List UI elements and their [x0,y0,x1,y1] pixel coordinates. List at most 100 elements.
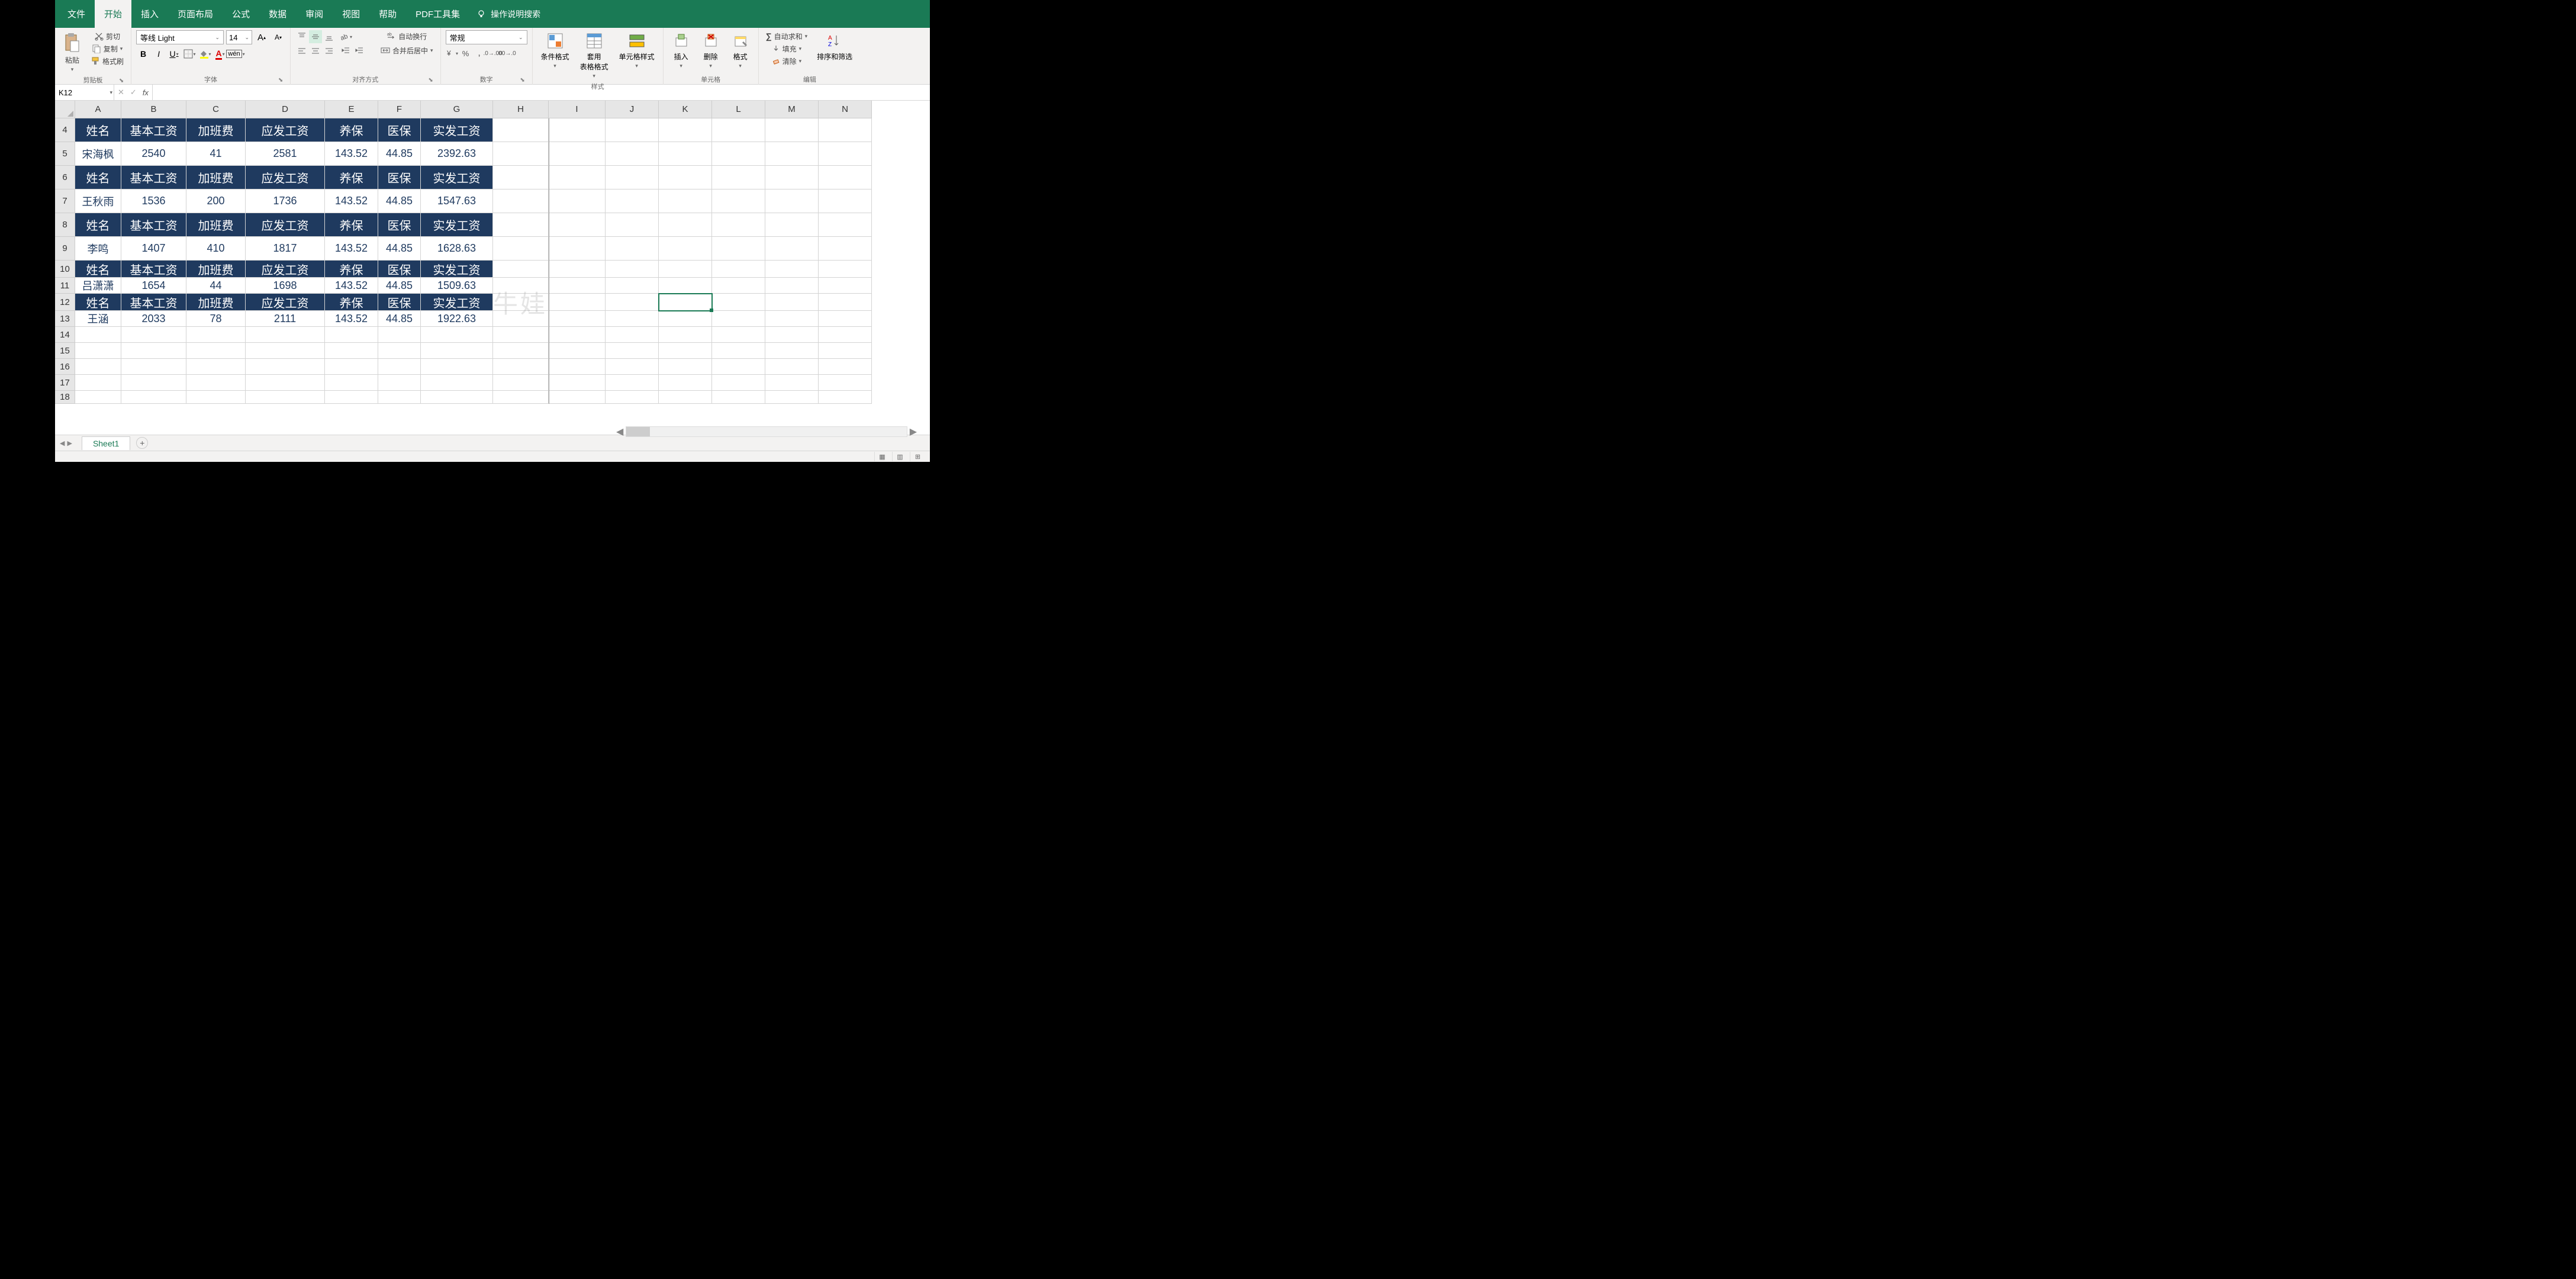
cell[interactable] [493,278,549,294]
cell[interactable] [493,237,549,261]
cell[interactable] [493,311,549,327]
cell[interactable] [765,166,819,189]
cell[interactable] [765,375,819,391]
cell[interactable] [421,359,493,375]
number-format-combo[interactable]: 常规⌄ [446,30,527,44]
cell[interactable] [246,359,325,375]
cell[interactable] [493,391,549,404]
cell[interactable] [606,278,659,294]
cell[interactable] [549,311,606,327]
cell[interactable] [121,359,186,375]
cell[interactable] [819,166,872,189]
italic-button[interactable]: I [152,47,166,61]
cell[interactable] [712,166,765,189]
cell[interactable] [493,375,549,391]
cell[interactable] [75,343,121,359]
cell[interactable] [659,142,712,166]
tab-view[interactable]: 视图 [333,0,369,28]
worksheet-grid[interactable]: ABCDEFGHIJKLMN 456789101112131415161718 … [55,101,930,414]
cell[interactable] [421,327,493,343]
cell[interactable] [75,327,121,343]
cell[interactable] [75,375,121,391]
cell[interactable] [325,375,378,391]
row-header[interactable]: 17 [55,375,75,391]
cell[interactable] [659,359,712,375]
cell[interactable] [765,359,819,375]
row-header[interactable]: 12 [55,294,75,311]
underline-button[interactable]: U▾ [167,47,181,61]
data-cell[interactable]: 吕潇潇 [75,278,121,294]
cell[interactable] [549,391,606,404]
cell[interactable] [659,278,712,294]
header-cell[interactable]: 姓名 [75,213,121,237]
cell[interactable] [378,359,421,375]
autosum-button[interactable]: ∑自动求和▾ [764,30,810,42]
cell[interactable] [246,375,325,391]
row-header[interactable]: 13 [55,311,75,327]
header-cell[interactable]: 应发工资 [246,166,325,189]
decrease-indent-button[interactable] [339,44,352,57]
header-cell[interactable]: 基本工资 [121,118,186,142]
cell[interactable] [606,189,659,213]
cell[interactable] [549,261,606,278]
cell[interactable] [712,343,765,359]
cell[interactable] [378,391,421,404]
row-header[interactable]: 16 [55,359,75,375]
cell[interactable] [659,343,712,359]
header-cell[interactable]: 养保 [325,294,378,311]
cell[interactable] [549,294,606,311]
cell[interactable] [765,294,819,311]
cell[interactable] [493,142,549,166]
row-header[interactable]: 11 [55,278,75,294]
horizontal-scrollbar[interactable]: ◀ ▶ [614,423,919,439]
cell[interactable] [765,237,819,261]
header-cell[interactable]: 姓名 [75,261,121,278]
header-cell[interactable]: 医保 [378,166,421,189]
align-center-button[interactable] [309,44,322,57]
orientation-button[interactable]: ab▾ [339,30,352,43]
data-cell[interactable]: 143.52 [325,237,378,261]
page-layout-view-button[interactable]: ▥ [892,452,907,461]
header-cell[interactable]: 医保 [378,213,421,237]
cell[interactable] [712,118,765,142]
cell[interactable] [75,391,121,404]
add-sheet-button[interactable]: + [136,437,148,449]
data-cell[interactable]: 2540 [121,142,186,166]
cell[interactable] [549,343,606,359]
cell[interactable] [421,391,493,404]
tab-review[interactable]: 审阅 [296,0,333,28]
align-middle-button[interactable] [309,30,322,43]
cell[interactable] [549,375,606,391]
column-header[interactable]: N [819,101,872,118]
merge-center-button[interactable]: 合并后居中▾ [378,44,436,56]
row-header[interactable]: 14 [55,327,75,343]
cell[interactable] [606,391,659,404]
cell[interactable] [121,343,186,359]
data-cell[interactable]: 410 [186,237,246,261]
cell[interactable] [659,391,712,404]
cell[interactable] [659,189,712,213]
font-launcher[interactable]: ⬊ [277,77,284,84]
tab-home[interactable]: 开始 [95,0,131,28]
header-cell[interactable]: 加班费 [186,166,246,189]
font-size-combo[interactable]: 14⌄ [226,30,252,44]
cell[interactable] [819,237,872,261]
cell[interactable] [659,166,712,189]
cell[interactable] [606,311,659,327]
header-cell[interactable]: 养保 [325,213,378,237]
cell[interactable] [493,189,549,213]
cell[interactable] [659,237,712,261]
cell[interactable] [819,189,872,213]
number-launcher[interactable]: ⬊ [519,77,526,84]
column-header[interactable]: L [712,101,765,118]
data-cell[interactable]: 1654 [121,278,186,294]
align-top-button[interactable] [295,30,308,43]
align-bottom-button[interactable] [323,30,336,43]
data-cell[interactable]: 1817 [246,237,325,261]
decrease-decimal-button[interactable]: .00→.0 [500,47,513,60]
cell[interactable] [325,343,378,359]
data-cell[interactable]: 2392.63 [421,142,493,166]
cell[interactable] [493,166,549,189]
row-header[interactable]: 7 [55,189,75,213]
copy-button[interactable]: 复制▾ [88,43,126,54]
